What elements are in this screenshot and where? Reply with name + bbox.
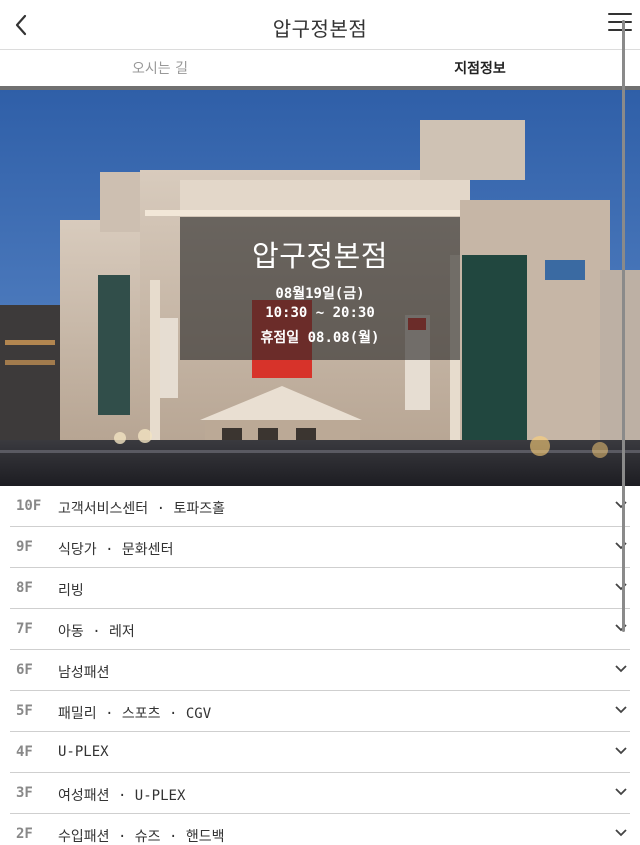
chevron-down-icon bbox=[615, 829, 627, 837]
tab-bar: 오시는 길 지점정보 bbox=[0, 50, 640, 90]
floor-item[interactable]: 6F 남성패션 bbox=[10, 650, 630, 691]
floor-code: 8F bbox=[16, 580, 33, 596]
floor-description: 여성패션 · U-PLEX bbox=[58, 788, 186, 804]
business-hours: 10:30 ~ 20:30 bbox=[265, 305, 375, 321]
scrollbar-thumb[interactable] bbox=[622, 20, 625, 632]
tab-store-info[interactable]: 지점정보 bbox=[320, 50, 640, 90]
floor-item[interactable]: 9F 식당가 · 문화센터 bbox=[10, 527, 630, 568]
floor-item[interactable]: 4F U-PLEX bbox=[10, 732, 630, 773]
chevron-down-icon bbox=[615, 788, 627, 796]
floor-description: 수입패션 · 슈즈 · 핸드백 bbox=[58, 829, 225, 845]
floor-description: U-PLEX bbox=[58, 744, 109, 760]
closed-day: 휴점일 08.08(월) bbox=[260, 330, 380, 346]
floor-description: 아동 · 레저 bbox=[58, 624, 135, 640]
tab-directions[interactable]: 오시는 길 bbox=[0, 50, 320, 90]
chevron-down-icon bbox=[615, 583, 627, 591]
store-hero-image: 압구정본점 08월19일(금) 10:30 ~ 20:30 휴점일 08.08(… bbox=[0, 90, 640, 486]
hamburger-menu-icon bbox=[608, 13, 632, 15]
page-title: 압구정본점 bbox=[272, 17, 368, 41]
floor-description: 패밀리 · 스포츠 · CGV bbox=[58, 706, 212, 722]
floor-description: 고객서비스센터 · 토파즈홀 bbox=[58, 501, 225, 517]
floor-guide-list: 10F 고객서비스센터 · 토파즈홀 9F 식당가 · 문화센터 8F 리빙 7… bbox=[10, 486, 630, 845]
floor-code: 4F bbox=[16, 744, 33, 760]
floor-item[interactable]: 3F 여성패션 · U-PLEX bbox=[10, 773, 630, 814]
today-date: 08월19일(금) bbox=[275, 286, 365, 302]
floor-code: 9F bbox=[16, 539, 33, 555]
floor-item[interactable]: 5F 패밀리 · 스포츠 · CGV bbox=[10, 691, 630, 732]
menu-button[interactable] bbox=[608, 13, 632, 35]
floor-item[interactable]: 10F 고객서비스센터 · 토파즈홀 bbox=[10, 486, 630, 527]
chevron-down-icon bbox=[615, 665, 627, 673]
chevron-down-icon bbox=[615, 747, 627, 755]
floor-description: 리빙 bbox=[58, 583, 84, 599]
chevron-down-icon bbox=[615, 624, 627, 632]
floor-description: 남성패션 bbox=[58, 665, 110, 681]
chevron-down-icon bbox=[615, 542, 627, 550]
floor-code: 2F bbox=[16, 826, 33, 842]
floor-description: 식당가 · 문화센터 bbox=[58, 542, 174, 558]
floor-item[interactable]: 2F 수입패션 · 슈즈 · 핸드백 bbox=[10, 814, 630, 845]
floor-code: 6F bbox=[16, 662, 33, 678]
floor-code: 3F bbox=[16, 785, 33, 801]
floor-code: 5F bbox=[16, 703, 33, 719]
floor-item[interactable]: 8F 리빙 bbox=[10, 568, 630, 609]
chevron-down-icon bbox=[615, 706, 627, 714]
store-name: 압구정본점 bbox=[252, 239, 388, 273]
chevron-down-icon bbox=[615, 501, 627, 509]
store-info-overlay: 압구정본점 08월19일(금) 10:30 ~ 20:30 휴점일 08.08(… bbox=[180, 217, 460, 360]
app-header: 압구정본점 bbox=[0, 0, 640, 50]
floor-code: 7F bbox=[16, 621, 33, 637]
floor-code: 10F bbox=[16, 498, 42, 514]
floor-item[interactable]: 7F 아동 · 레저 bbox=[10, 609, 630, 650]
